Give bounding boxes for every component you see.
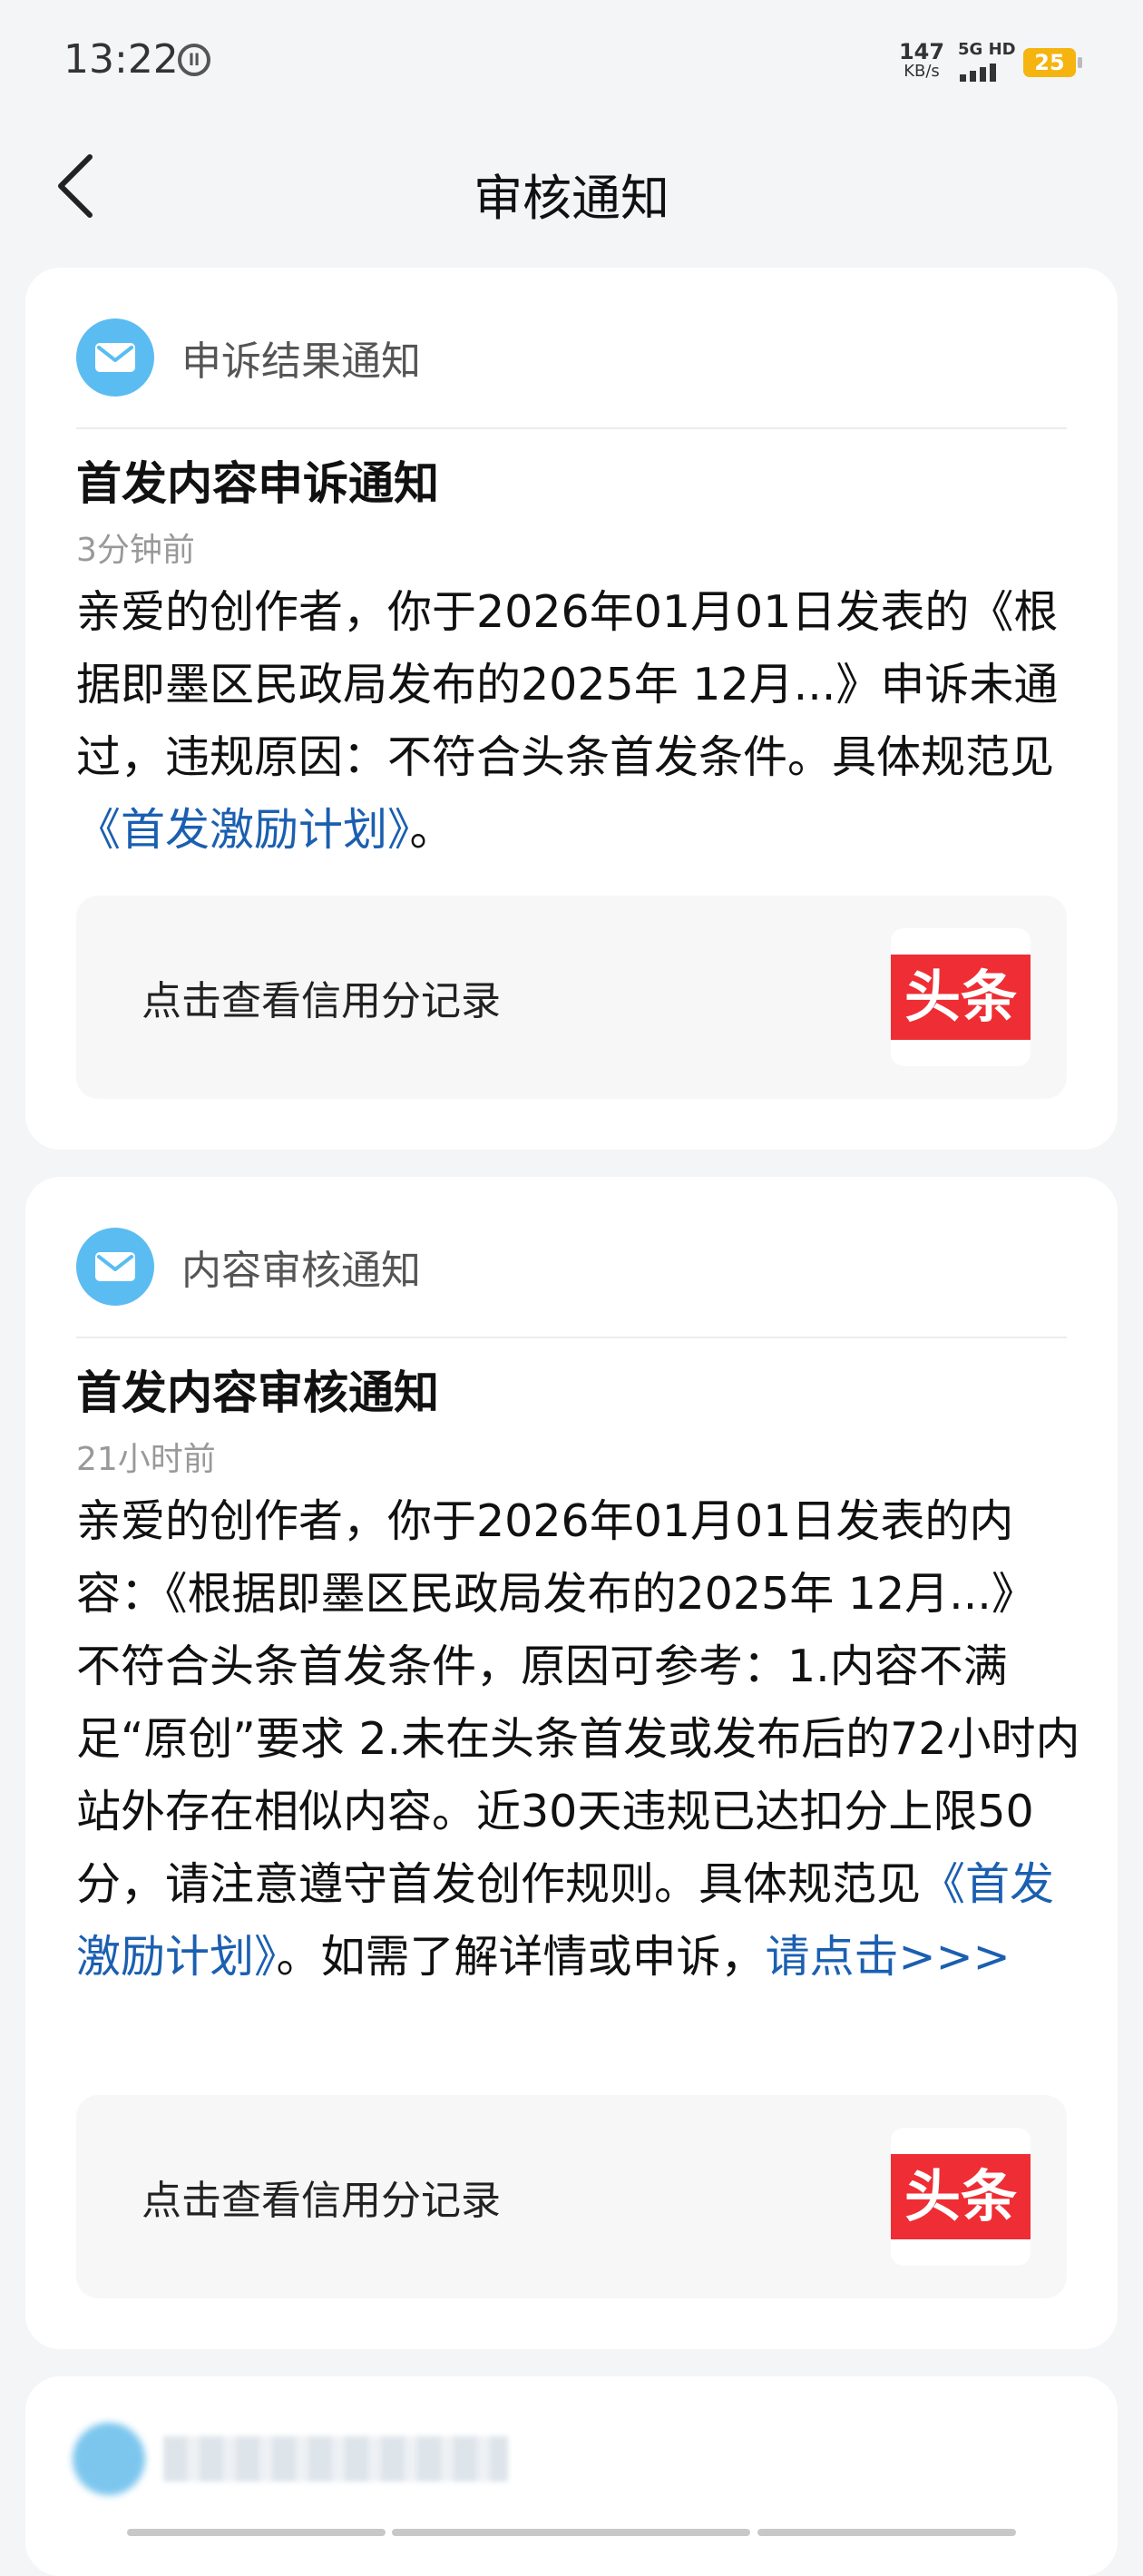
blurred-card-header bbox=[73, 2423, 508, 2495]
card-category: 申诉结果通知 bbox=[181, 338, 421, 385]
toutiao-logo-text: 头条 bbox=[891, 955, 1031, 1040]
card-body: 亲爱的创作者，你于2026年01月01日发表的内容：《根据即墨区民政局发布的20… bbox=[76, 1485, 1081, 1993]
incentive-plan-link[interactable]: 《首发激励计划》 bbox=[76, 804, 410, 856]
appeal-link[interactable]: 请点击>>> bbox=[766, 1931, 1011, 1983]
signal-label: 5G HD bbox=[958, 40, 1016, 59]
status-bar: 13:22 ll 147 KB/s 5G HD 25 bbox=[0, 0, 1143, 122]
network-speed: 147 KB/s bbox=[894, 39, 950, 82]
credit-record-button[interactable]: 点击查看信用分记录 头条 bbox=[76, 2095, 1067, 2298]
page-title: 审核通知 bbox=[474, 170, 669, 227]
notification-app-icon: ll bbox=[178, 44, 210, 76]
card-title: 首发内容审核通知 bbox=[76, 1366, 439, 1419]
card-timestamp: 3分钟前 bbox=[76, 532, 195, 569]
card-timestamp: 21小时前 bbox=[76, 1441, 216, 1478]
card-header: 申诉结果通知 bbox=[76, 318, 421, 397]
nav-bar: 审核通知 bbox=[0, 127, 1143, 245]
network-speed-value: 147 bbox=[898, 39, 945, 64]
network-speed-unit: KB/s bbox=[904, 62, 940, 81]
card-title: 首发内容申诉通知 bbox=[76, 457, 439, 510]
credit-record-label: 点击查看信用分记录 bbox=[142, 978, 501, 1024]
notification-card: 申诉结果通知 首发内容申诉通知 3分钟前 亲爱的创作者，你于2026年01月01… bbox=[25, 268, 1118, 1150]
card-body-mid: 。如需了解详情或申诉， bbox=[276, 1931, 766, 1983]
toutiao-logo-text: 头条 bbox=[891, 2154, 1031, 2239]
blurred-text bbox=[163, 2436, 508, 2482]
status-time: 13:22 bbox=[64, 36, 179, 83]
card-category: 内容审核通知 bbox=[181, 1248, 421, 1294]
card-body-end: 。 bbox=[409, 804, 454, 856]
mail-icon bbox=[76, 1228, 154, 1306]
scroll-indicator bbox=[392, 2529, 750, 2536]
card-body-text: 亲爱的创作者，你于2026年01月01日发表的《根据即墨区民政局发布的2025年… bbox=[76, 586, 1059, 783]
divider bbox=[76, 1337, 1067, 1338]
credit-record-label: 点击查看信用分记录 bbox=[142, 2178, 501, 2224]
card-body-text: 亲爱的创作者，你于2026年01月01日发表的内容：《根据即墨区民政局发布的20… bbox=[76, 1495, 1080, 1910]
notification-card: 内容审核通知 首发内容审核通知 21小时前 亲爱的创作者，你于2026年01月0… bbox=[25, 1177, 1118, 2349]
battery-icon: 25 bbox=[1023, 48, 1082, 77]
card-body: 亲爱的创作者，你于2026年01月01日发表的《根据即墨区民政局发布的2025年… bbox=[76, 576, 1081, 867]
card-header: 内容审核通知 bbox=[76, 1228, 421, 1306]
scroll-indicator bbox=[127, 2529, 386, 2536]
divider bbox=[76, 427, 1067, 429]
toutiao-logo: 头条 bbox=[891, 928, 1031, 1066]
signal-bars-icon bbox=[960, 64, 996, 82]
mail-icon bbox=[76, 318, 154, 397]
credit-record-button[interactable]: 点击查看信用分记录 头条 bbox=[76, 896, 1067, 1099]
scroll-indicator bbox=[757, 2529, 1016, 2536]
signal-indicator: 5G HD bbox=[958, 40, 1016, 82]
blurred-avatar bbox=[73, 2423, 145, 2495]
toutiao-logo: 头条 bbox=[891, 2128, 1031, 2266]
